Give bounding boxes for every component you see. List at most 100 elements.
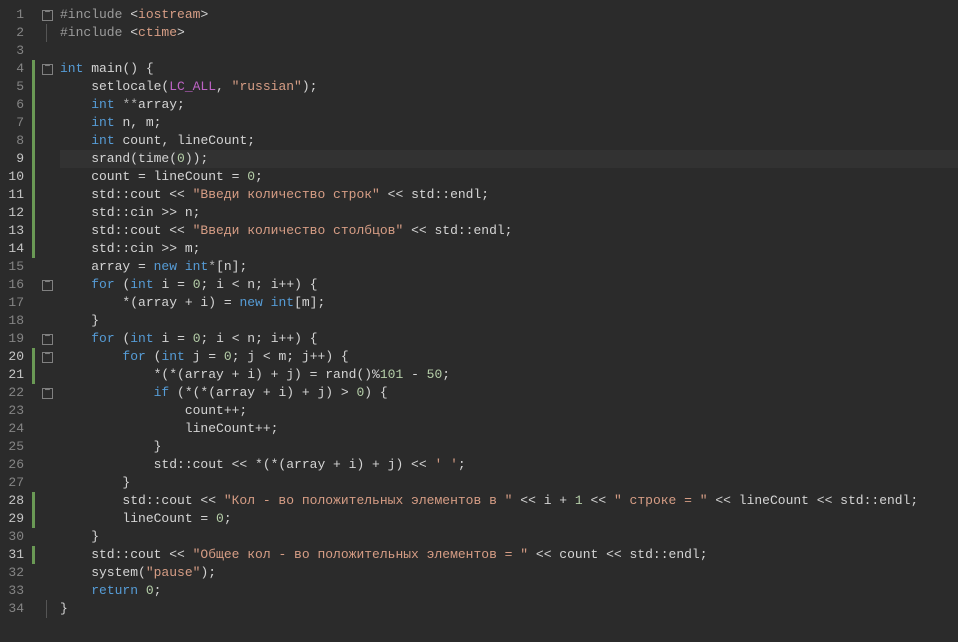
- code-line[interactable]: return 0;: [60, 582, 958, 600]
- line-number: 32: [6, 564, 24, 582]
- token: << std::endl;: [403, 223, 512, 238]
- token: #include: [60, 25, 130, 40]
- code-line[interactable]: srand(time(0));: [60, 150, 958, 168]
- fold-guide: [38, 96, 56, 114]
- fold-guide: [38, 222, 56, 240]
- code-line[interactable]: for (int i = 0; i < n; i++) {: [60, 330, 958, 348]
- fold-guide: [38, 438, 56, 456]
- line-number: 16: [6, 276, 24, 294]
- line-number: 14: [6, 240, 24, 258]
- code-line[interactable]: lineCount++;: [60, 420, 958, 438]
- code-line[interactable]: if (*(*(array + i) + j) > 0) {: [60, 384, 958, 402]
- line-number: 15: [6, 258, 24, 276]
- token: int: [60, 61, 91, 76]
- token: [60, 277, 91, 292]
- code-line[interactable]: #include <ctime>: [60, 24, 958, 42]
- code-line[interactable]: int count, lineCount;: [60, 132, 958, 150]
- fold-toggle-icon[interactable]: [38, 6, 56, 24]
- token: ));: [185, 151, 208, 166]
- code-line[interactable]: std::cout << "Кол - во положительных эле…: [60, 492, 958, 510]
- token: std::cout <<: [60, 493, 224, 508]
- code-line[interactable]: for (int i = 0; i < n; i++) {: [60, 276, 958, 294]
- token: *(array + i) =: [60, 295, 239, 310]
- token: int: [130, 277, 161, 292]
- fold-guide: [38, 132, 56, 150]
- code-line[interactable]: std::cout << "Общее кол - во положительн…: [60, 546, 958, 564]
- token: for: [122, 349, 153, 364]
- fold-toggle-icon[interactable]: [38, 348, 56, 366]
- line-number: 10: [6, 168, 24, 186]
- line-number: 31: [6, 546, 24, 564]
- code-line[interactable]: count++;: [60, 402, 958, 420]
- token: [60, 385, 154, 400]
- code-line[interactable]: [60, 42, 958, 60]
- code-line[interactable]: int **array;: [60, 96, 958, 114]
- code-line[interactable]: }: [60, 600, 958, 618]
- token: <: [130, 7, 138, 22]
- code-line[interactable]: }: [60, 474, 958, 492]
- line-number: 11: [6, 186, 24, 204]
- fold-guide: [38, 312, 56, 330]
- token: 0: [224, 349, 232, 364]
- fold-toggle-icon[interactable]: [38, 330, 56, 348]
- code-line[interactable]: }: [60, 528, 958, 546]
- code-line[interactable]: lineCount = 0;: [60, 510, 958, 528]
- token: system(: [60, 565, 146, 580]
- line-number: 30: [6, 528, 24, 546]
- code-line[interactable]: system("pause");: [60, 564, 958, 582]
- code-area[interactable]: #include <iostream>#include <ctime> int m…: [56, 0, 958, 642]
- fold-guide: [38, 366, 56, 384]
- code-line[interactable]: int main() {: [60, 60, 958, 78]
- token: int: [91, 133, 122, 148]
- code-line[interactable]: count = lineCount = 0;: [60, 168, 958, 186]
- fold-guide: [38, 582, 56, 600]
- token: std::cout <<: [60, 223, 193, 238]
- fold-guide: [38, 420, 56, 438]
- token: 101: [380, 367, 403, 382]
- code-line[interactable]: std::cout << "Введи количество столбцов"…: [60, 222, 958, 240]
- code-line[interactable]: *(*(array + i) + j) = rand()%101 - 50;: [60, 366, 958, 384]
- code-line[interactable]: #include <iostream>: [60, 6, 958, 24]
- fold-toggle-icon[interactable]: [38, 276, 56, 294]
- code-line[interactable]: std::cout << *(*(array + i) + j) << ' ';: [60, 456, 958, 474]
- fold-guide: [38, 42, 56, 60]
- fold-toggle-icon[interactable]: [38, 60, 56, 78]
- token: [m];: [294, 295, 325, 310]
- line-number: 22: [6, 384, 24, 402]
- code-line[interactable]: for (int j = 0; j < m; j++) {: [60, 348, 958, 366]
- token: 0: [146, 583, 154, 598]
- token: }: [60, 439, 161, 454]
- token: 0: [247, 169, 255, 184]
- fold-toggle-icon[interactable]: [38, 384, 56, 402]
- token: }: [60, 529, 99, 544]
- code-line[interactable]: }: [60, 438, 958, 456]
- code-line[interactable]: *(array + i) = new int[m];: [60, 294, 958, 312]
- token: ; j < m; j++) {: [232, 349, 349, 364]
- token: 50: [427, 367, 443, 382]
- code-editor[interactable]: 1234567891011121314151617181920212223242…: [0, 0, 958, 642]
- code-line[interactable]: }: [60, 312, 958, 330]
- token: << lineCount << std::endl;: [708, 493, 919, 508]
- code-line[interactable]: int n, m;: [60, 114, 958, 132]
- code-line[interactable]: array = new int*[n];: [60, 258, 958, 276]
- token: 0: [177, 151, 185, 166]
- fold-guide: [38, 114, 56, 132]
- code-line[interactable]: std::cout << "Введи количество строк" <<…: [60, 186, 958, 204]
- token: int: [130, 331, 161, 346]
- token: "Введи количество столбцов": [193, 223, 404, 238]
- token: std::cout <<: [60, 187, 193, 202]
- code-line[interactable]: std::cin >> m;: [60, 240, 958, 258]
- code-line[interactable]: std::cin >> n;: [60, 204, 958, 222]
- token: std::cin >> m;: [60, 241, 200, 256]
- token: -: [403, 367, 426, 382]
- token: setlocale(: [60, 79, 169, 94]
- fold-guide: [38, 168, 56, 186]
- line-number: 1: [6, 6, 24, 24]
- fold-guide: [38, 24, 56, 42]
- code-line[interactable]: setlocale(LC_ALL, "russian");: [60, 78, 958, 96]
- token: array =: [60, 259, 154, 274]
- token: ctime: [138, 25, 177, 40]
- line-number: 20: [6, 348, 24, 366]
- token: (*(*(array + i) + j) >: [177, 385, 356, 400]
- token: [n];: [216, 259, 247, 274]
